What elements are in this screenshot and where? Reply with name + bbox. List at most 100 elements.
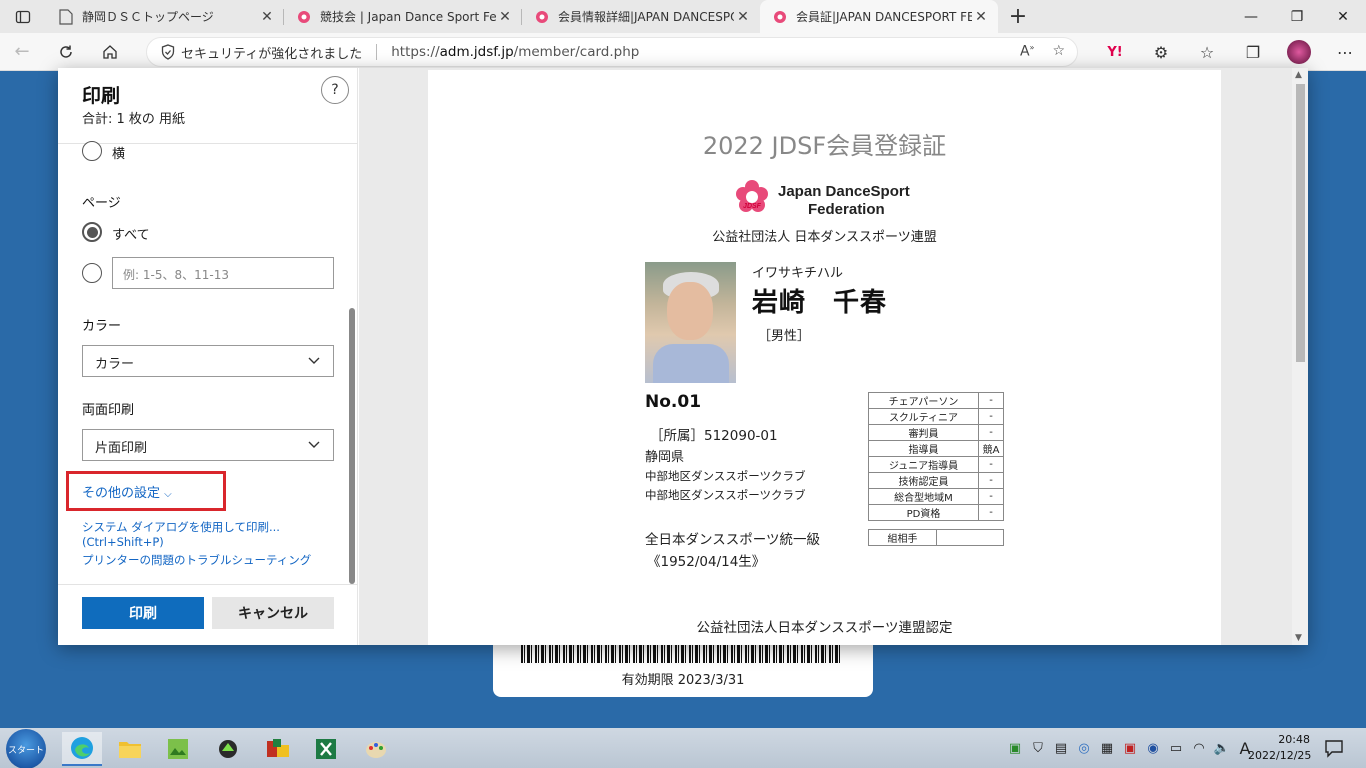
table-row: ジュニア指導員 - (868, 456, 1004, 473)
settings-scrollbar[interactable] (349, 308, 355, 584)
scroll-up-icon[interactable]: ▲ (1295, 70, 1302, 80)
qualification-name: ジュニア指導員 (868, 456, 979, 473)
notification-icon[interactable] (1324, 738, 1344, 758)
back-icon[interactable]: ← (0, 33, 44, 71)
tab-close-icon[interactable]: ✕ (972, 9, 990, 25)
photo-app-icon[interactable] (158, 732, 198, 766)
partner-value (936, 529, 1004, 546)
jdsf-favicon-icon (296, 9, 312, 25)
security-tray-icon[interactable]: ⛉ (1029, 739, 1047, 757)
tray-app-icon[interactable]: ▣ (1006, 739, 1024, 757)
url-input[interactable]: セキュリティが強化されました https://adm.jdsf.jp/membe… (146, 37, 1078, 67)
tab-bar: 静岡ＤＳＣトップページ ✕ 競技会 | Japan Dance Sport Fe… (0, 0, 1366, 33)
favorites-icon[interactable]: ☆ (1184, 43, 1230, 62)
tab-title: 静岡ＤＳＣトップページ (82, 10, 214, 24)
restore-icon[interactable]: ❐ (1274, 0, 1320, 33)
tab-actions-button[interactable] (0, 0, 46, 33)
qualification-value: - (978, 456, 1004, 473)
help-button[interactable]: ? (321, 76, 349, 104)
tab-member-detail[interactable]: 会員情報詳細|JAPAN DANCESPO ✕ (522, 0, 760, 33)
jdsf-favicon-icon (534, 9, 550, 25)
excel-icon[interactable] (306, 732, 346, 766)
partner-label: 組相手 (868, 529, 937, 546)
close-window-icon[interactable]: ✕ (1320, 0, 1366, 33)
member-number: No.01 (645, 392, 702, 412)
tab-close-icon[interactable]: ✕ (734, 9, 752, 25)
taskbar: スタート ▣ ⛉ ▤ ◎ ▦ ▣ ◉ ▭ ◠ 🔈 A 20:48 2022/12… (0, 728, 1366, 768)
prefecture: 静岡県 (645, 450, 685, 465)
duplex-select[interactable]: 片面印刷 (82, 429, 334, 461)
table-row: 技術認定員 - (868, 472, 1004, 489)
tab-actions-icon (15, 10, 31, 23)
landscape-label: 横 (112, 147, 126, 162)
color-select[interactable]: カラー (82, 345, 334, 377)
divider (58, 584, 358, 585)
club-name: 中部地区ダンススポーツクラブ (645, 488, 806, 502)
table-row: 組相手 (868, 529, 1004, 546)
table-row: 審判員 - (868, 424, 1004, 441)
tray-app-icon[interactable]: ▣ (1121, 739, 1139, 757)
tab-close-icon[interactable]: ✕ (258, 9, 276, 25)
cancel-button[interactable]: キャンセル (212, 597, 334, 629)
home-icon[interactable] (88, 33, 132, 71)
qualification-name: スクルティニア (868, 408, 979, 425)
tab-member-card[interactable]: 会員証|JAPAN DANCESPORT FED ✕ (760, 0, 998, 33)
tray-app-icon[interactable]: ▤ (1052, 739, 1070, 757)
landscape-radio[interactable] (82, 141, 102, 161)
pages-custom-radio[interactable] (82, 263, 102, 283)
volume-icon[interactable]: 🔈 (1213, 739, 1231, 757)
scrollbar-thumb[interactable] (1296, 84, 1305, 362)
print-button[interactable]: 印刷 (82, 597, 204, 629)
gender: ［男性］ (758, 329, 811, 344)
more-menu-icon[interactable]: ⋯ (1322, 43, 1366, 62)
print-settings-pane: 印刷 合計: 1 枚の 用紙 ? 横 ページ すべて 例: 1-5、8、11-1… (58, 68, 358, 645)
extensions-icon[interactable]: ⚙ (1138, 43, 1184, 62)
url-actions: A» ☆ (1020, 43, 1065, 60)
preview-page: 2022 JDSF会員登録証 JDSF Japan DanceSport Fed… (428, 70, 1221, 645)
tab-close-icon[interactable]: ✕ (496, 9, 514, 25)
file-explorer-icon[interactable] (110, 732, 150, 766)
wifi-icon[interactable]: ◠ (1190, 739, 1208, 757)
favorite-add-icon[interactable]: ☆ (1052, 43, 1065, 60)
battery-icon[interactable]: ▭ (1167, 739, 1185, 757)
table-row: スクルティニア - (868, 408, 1004, 425)
qualification-value: - (978, 392, 1004, 409)
scroll-down-icon[interactable]: ▼ (1295, 633, 1302, 643)
tab-competition[interactable]: 競技会 | Japan Dance Sport Fede ✕ (284, 0, 522, 33)
minimize-icon[interactable]: — (1228, 0, 1274, 33)
more-settings-link[interactable]: その他の設定 ⌵ (82, 482, 172, 501)
sheet-count: 合計: 1 枚の 用紙 (82, 112, 186, 127)
troubleshoot-link[interactable]: プリンターの問題のトラブルシューティング (82, 552, 311, 568)
system-dialog-link[interactable]: システム ダイアログを使用して印刷... (Ctrl+Shift+P) (82, 519, 357, 549)
paint-icon[interactable] (356, 732, 396, 766)
app-icon[interactable] (208, 732, 248, 766)
qualification-name: 指導員 (868, 440, 979, 457)
member-photo (645, 262, 736, 383)
read-aloud-icon[interactable]: A» (1020, 43, 1034, 60)
preview-scrollbar[interactable]: ▲ ▼ (1292, 68, 1308, 645)
tray-app-icon[interactable]: ◎ (1075, 739, 1093, 757)
certification-text: 公益社団法人日本ダンススポーツ連盟認定 (696, 620, 953, 636)
clock[interactable]: 20:48 2022/12/25 (1248, 732, 1311, 764)
url-divider (376, 44, 378, 60)
start-button[interactable]: スタート (6, 729, 46, 768)
collections-icon[interactable]: ❐ (1230, 43, 1276, 62)
new-tab-button[interactable]: + (998, 0, 1038, 33)
pages-custom-input[interactable]: 例: 1-5、8、11-13 (112, 257, 334, 289)
refresh-icon[interactable] (44, 33, 88, 71)
edge-taskbar-icon[interactable] (62, 732, 102, 766)
jdsf-favicon-icon (772, 9, 788, 25)
system-tray: ▣ ⛉ ▤ ◎ ▦ ▣ ◉ ▭ ◠ 🔈 A (1006, 728, 1254, 768)
yahoo-extension-icon[interactable]: Y! (1092, 45, 1138, 60)
pages-all-radio[interactable] (82, 222, 102, 242)
profile-avatar[interactable] (1276, 40, 1322, 64)
qualification-name: 総合型地域M (868, 488, 979, 505)
tray-app-icon[interactable]: ◉ (1144, 739, 1162, 757)
background-member-card: 有効期限 2023/3/31 (493, 640, 873, 697)
app-icon[interactable] (258, 732, 298, 766)
expiry-date: 有効期限 2023/3/31 (621, 673, 745, 688)
tab-shizuoka-dsc[interactable]: 静岡ＤＳＣトップページ ✕ (46, 0, 284, 33)
qualification-value: - (978, 408, 1004, 425)
tray-app-icon[interactable]: ▦ (1098, 739, 1116, 757)
qualifications-table: チェアパーソン - スクルティニア - 審判員 - 指導員 競A ジュニア指導員 - 技術認定員 - 総… (868, 392, 1004, 521)
